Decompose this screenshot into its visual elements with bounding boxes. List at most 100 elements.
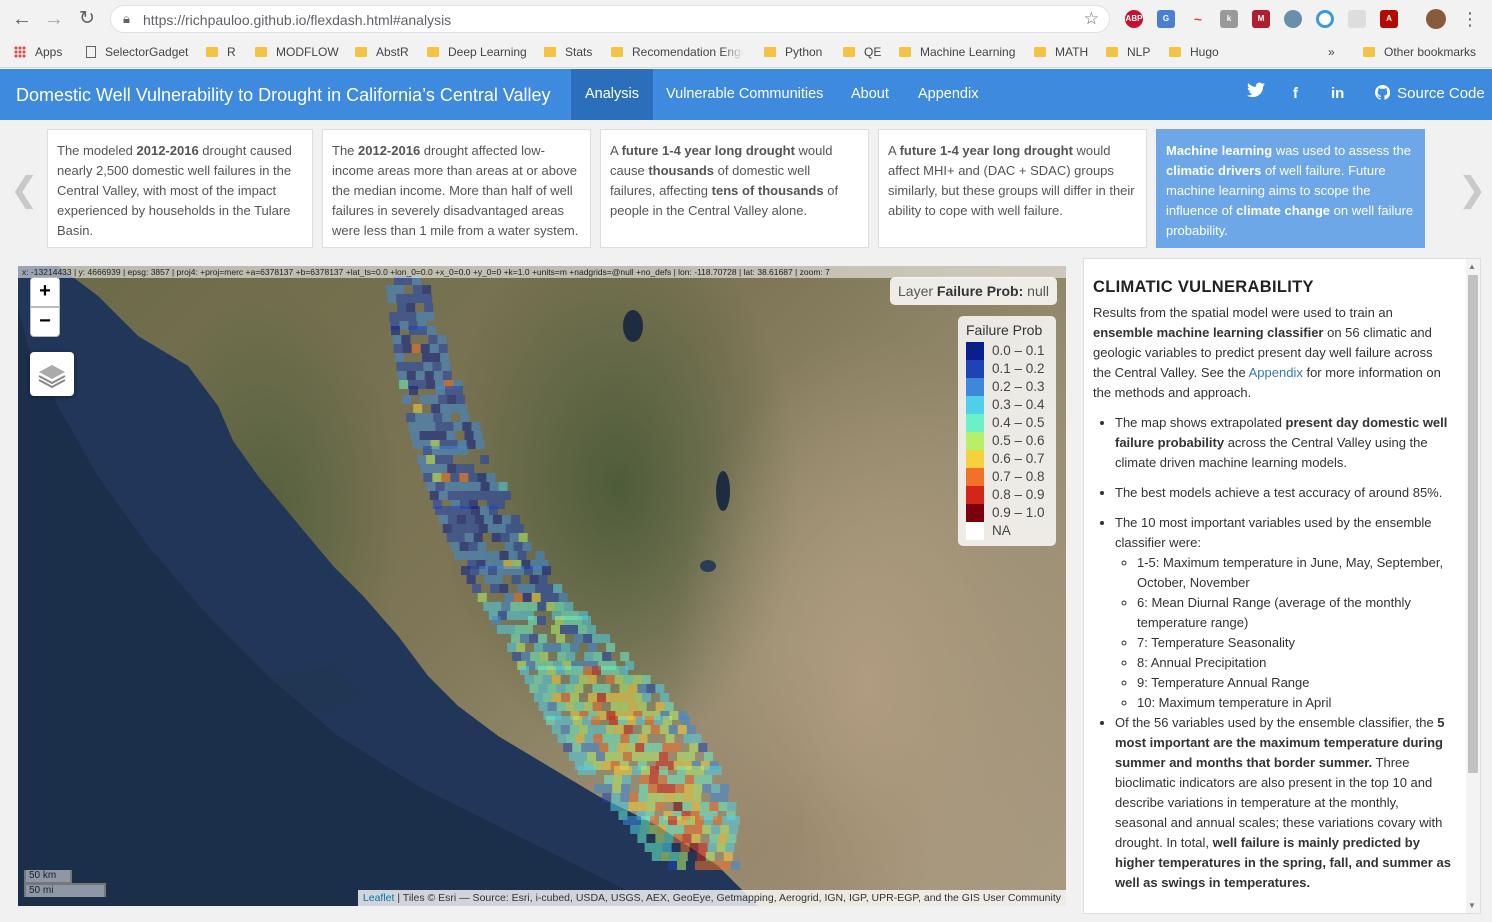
probability-cell <box>501 602 511 611</box>
bookmark-apps[interactable]: Apps <box>14 45 62 61</box>
bookmark-selectorgadget[interactable]: SelectorGadget <box>86 45 188 61</box>
climatic-vulnerability-panel: CLIMATIC VULNERABILITY Results from the … <box>1083 258 1481 914</box>
probability-cell <box>657 825 667 834</box>
probability-cell <box>664 702 674 711</box>
probability-cell <box>588 693 597 702</box>
probability-cell <box>396 362 406 371</box>
forward-arrow-icon[interactable]: → <box>44 9 64 29</box>
variable-item: 6: Mean Diurnal Range (average of the mo… <box>1137 593 1453 633</box>
probability-cell <box>695 861 704 870</box>
shield-extension-icon[interactable] <box>1348 10 1366 28</box>
tab-analysis[interactable]: Analysis <box>571 69 653 120</box>
translate-extension-icon[interactable]: G <box>1157 10 1175 28</box>
circle-extension-icon[interactable] <box>1316 10 1334 28</box>
tab-vulnerable-communities[interactable]: Vulnerable Communities <box>652 69 837 120</box>
probability-cell <box>566 652 576 661</box>
folder-icon <box>899 47 911 57</box>
probability-cell <box>569 752 578 761</box>
probability-cell <box>611 793 621 802</box>
bookmark-deep-learning[interactable]: Deep Learning <box>427 45 527 61</box>
scrollbar-thumb[interactable] <box>1468 275 1478 773</box>
bookmark-machine-learning[interactable]: Machine Learning <box>899 45 1015 61</box>
address-bar[interactable]: 🔒︎ https://richpauloo.github.io/flexdash… <box>110 5 1110 33</box>
bookmark-hugo[interactable]: Hugo <box>1169 45 1219 61</box>
back-arrow-icon[interactable]: ← <box>12 9 32 29</box>
bookmark-python[interactable]: Python <box>764 45 822 61</box>
menu-dots-icon[interactable]: ⋮ <box>1460 9 1480 29</box>
probability-cell <box>683 793 693 802</box>
probability-cell <box>611 734 621 743</box>
zoom-in-button[interactable]: + <box>30 277 60 307</box>
leaflet-link[interactable]: Leaflet <box>363 892 395 904</box>
probability-cell <box>500 533 510 542</box>
probability-cell <box>501 515 511 524</box>
probability-cell <box>709 802 719 811</box>
tab-appendix[interactable]: Appendix <box>904 69 992 120</box>
probability-cell <box>511 634 521 643</box>
bookmark-other[interactable]: Other bookmarks <box>1363 45 1476 61</box>
probability-cell <box>447 491 457 500</box>
probability-cell <box>539 652 549 661</box>
probability-cell <box>465 491 475 500</box>
probability-cell <box>422 285 432 294</box>
probability-cell <box>423 473 433 482</box>
reload-icon[interactable]: ↻ <box>77 9 97 29</box>
probability-cell <box>619 666 628 675</box>
probability-cell <box>449 404 459 413</box>
probability-cell <box>695 816 704 825</box>
probability-cell <box>605 752 614 761</box>
scroll-up-icon[interactable]: ▲ <box>1468 262 1476 271</box>
probability-cell <box>535 551 545 560</box>
bookmark-qe[interactable]: QE <box>843 45 881 61</box>
probability-cell <box>395 285 405 294</box>
people-extension-icon[interactable] <box>1284 10 1302 28</box>
zoom-out-button[interactable]: − <box>30 307 60 337</box>
linkedin-icon[interactable]: in <box>1331 85 1344 102</box>
bookmark-star-icon[interactable]: ☆ <box>1084 9 1099 29</box>
probability-cell <box>412 440 422 449</box>
probability-cell <box>637 702 647 711</box>
leaflet-map[interactable]: x: -13214433 | y: 4666939 | epsg: 3857 |… <box>18 266 1066 906</box>
bookmark-abstr[interactable]: AbstR <box>355 45 409 61</box>
pdf-extension-icon[interactable]: A <box>1380 10 1398 28</box>
scroll-down-icon[interactable]: ▼ <box>1468 901 1476 910</box>
probability-cell <box>723 852 733 861</box>
probability-cell <box>447 515 457 524</box>
adblock-extension-icon[interactable]: ABP <box>1125 10 1143 28</box>
rainbow-extension-icon[interactable]: ~ <box>1189 10 1207 28</box>
probability-cell <box>583 666 592 675</box>
probability-cell <box>426 455 436 464</box>
twitter-icon[interactable] <box>1247 82 1265 103</box>
carousel-next-icon[interactable]: ❯ <box>1458 170 1487 210</box>
probability-cell <box>675 825 685 834</box>
probability-cell <box>470 566 479 575</box>
appendix-link[interactable]: Appendix <box>1249 365 1303 380</box>
bookmark-r[interactable]: R <box>206 45 236 61</box>
bookmarks-overflow[interactable]: » <box>1328 45 1335 61</box>
probability-cell <box>601 761 611 770</box>
probability-cell <box>497 566 506 575</box>
probability-cell <box>564 616 573 625</box>
bookmark-stats[interactable]: Stats <box>544 45 592 61</box>
probability-cell <box>444 506 453 515</box>
tab-about[interactable]: About <box>837 69 903 120</box>
bookmark-nlp[interactable]: NLP <box>1106 45 1150 61</box>
source-code-link[interactable]: Source Code <box>1374 84 1485 102</box>
profile-avatar[interactable] <box>1426 9 1446 29</box>
browser-toolbar: ← → ↻ 🔒︎ https://richpauloo.github.io/fl… <box>0 0 1492 38</box>
k-extension-icon[interactable]: k <box>1220 10 1238 28</box>
probability-cell <box>713 766 722 775</box>
probability-cell <box>659 752 668 761</box>
probability-cell <box>574 702 584 711</box>
app-title[interactable]: Domestic Well Vulnerability to Drought i… <box>16 85 551 106</box>
probability-cell <box>415 371 425 380</box>
panel-scrollbar[interactable]: ▲ ▼ <box>1466 259 1480 913</box>
mendeley-extension-icon[interactable]: M <box>1252 10 1270 28</box>
bookmark-recomendation[interactable]: Recomendation Engi <box>611 45 744 61</box>
carousel-prev-icon[interactable]: ❮ <box>10 170 39 210</box>
probability-cell <box>423 294 433 303</box>
layers-control-icon[interactable] <box>30 352 74 396</box>
bookmark-math[interactable]: MATH <box>1034 45 1088 61</box>
bookmark-modflow[interactable]: MODFLOW <box>255 45 339 61</box>
facebook-icon[interactable]: f <box>1293 85 1298 102</box>
